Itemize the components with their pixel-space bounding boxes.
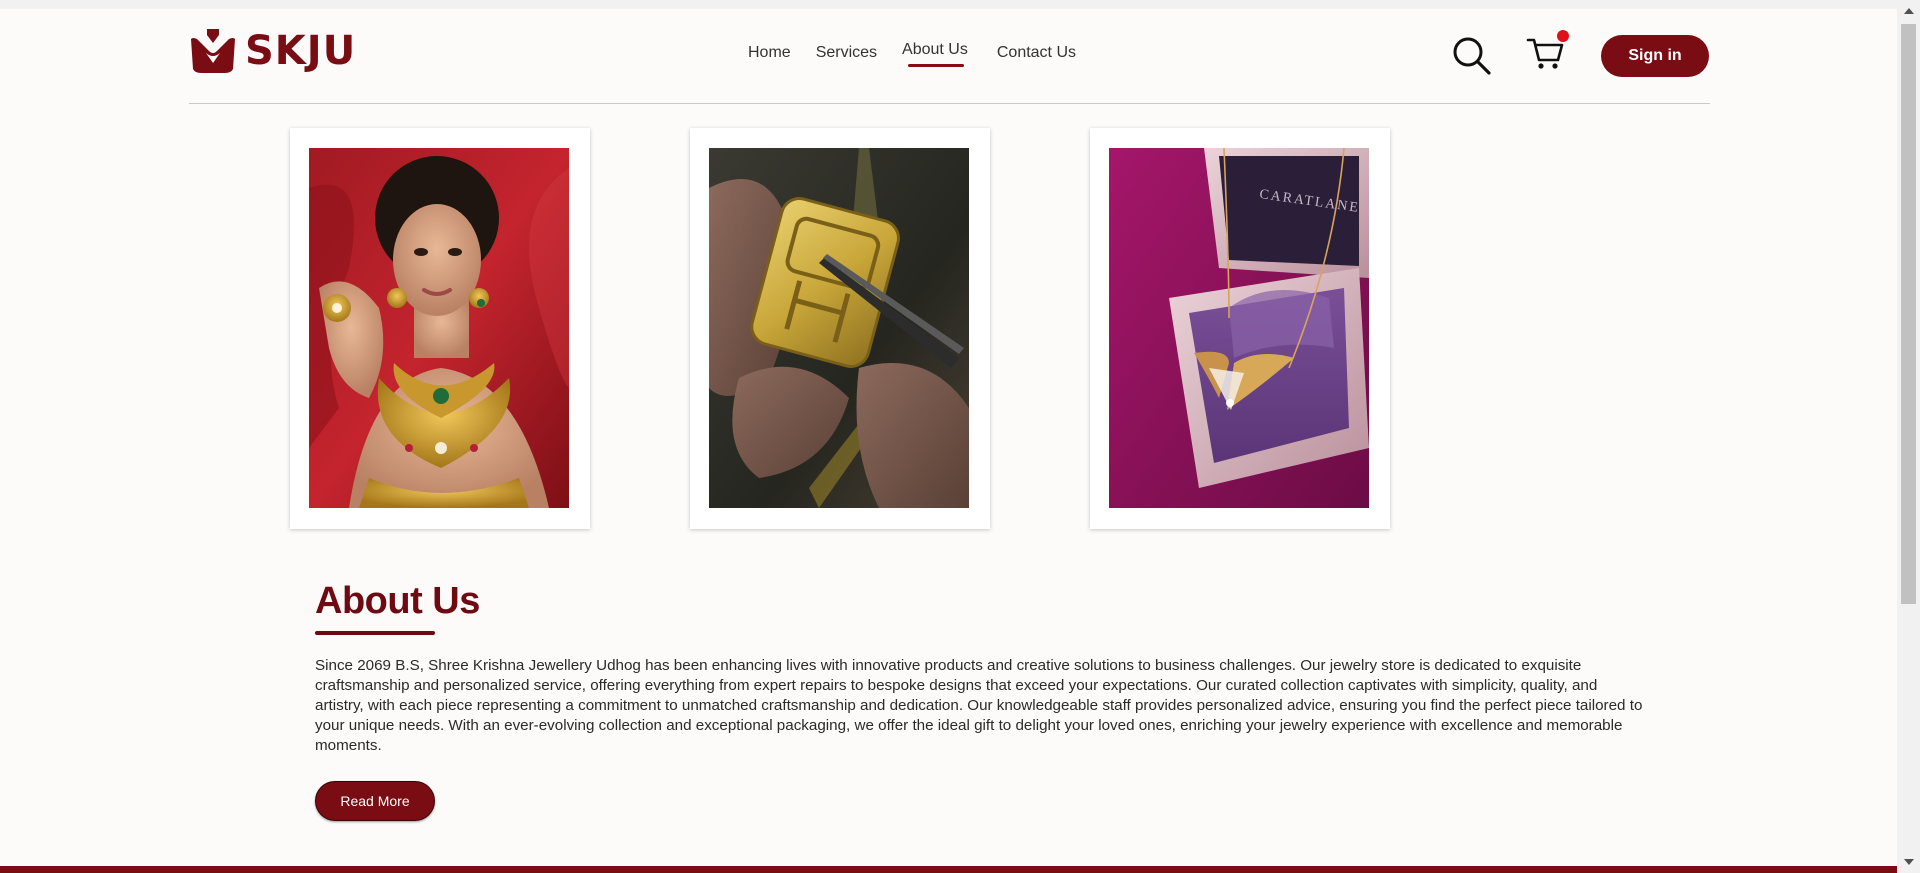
about-title-underline — [315, 631, 435, 635]
brand-name: SKJU — [245, 28, 357, 74]
gallery-card-1 — [290, 128, 590, 529]
footer-bar — [0, 866, 1897, 873]
jewellery-bust-icon — [191, 29, 235, 73]
sign-in-button[interactable]: Sign in — [1601, 35, 1709, 77]
gallery-card-3: CARATLANE — [1090, 128, 1390, 529]
artisan-crafting-gold-pendant-image — [709, 148, 969, 508]
top-strip — [0, 0, 1897, 9]
page: SKJU Home Services About Us Contact Us S… — [0, 0, 1897, 873]
read-more-button[interactable]: Read More — [315, 781, 435, 821]
model-with-gold-jewellery-image — [309, 148, 569, 508]
header-divider — [189, 103, 1710, 104]
brand-logo[interactable]: SKJU — [189, 29, 356, 73]
nav-contact-us[interactable]: Contact Us — [997, 44, 1076, 62]
search-icon[interactable] — [1452, 36, 1492, 76]
about-description: Since 2069 B.S, Shree Krishna Jewellery … — [315, 657, 1643, 754]
cart-notification-dot — [1557, 30, 1569, 42]
gallery-card-2 — [690, 128, 990, 529]
scrollbar-thumb[interactable] — [1901, 24, 1916, 604]
about-title: About Us — [315, 580, 480, 622]
main-nav: Home Services About Us Contact Us — [748, 41, 1076, 67]
nav-about-us[interactable]: About Us — [902, 41, 968, 67]
nav-home[interactable]: Home — [748, 44, 791, 62]
vertical-scrollbar[interactable] — [1897, 0, 1920, 873]
nav-services[interactable]: Services — [816, 44, 877, 62]
scroll-up-arrow-icon[interactable] — [1904, 8, 1914, 14]
necklace-in-gift-box-image: CARATLANE — [1109, 148, 1369, 508]
scroll-down-arrow-icon[interactable] — [1904, 859, 1914, 865]
